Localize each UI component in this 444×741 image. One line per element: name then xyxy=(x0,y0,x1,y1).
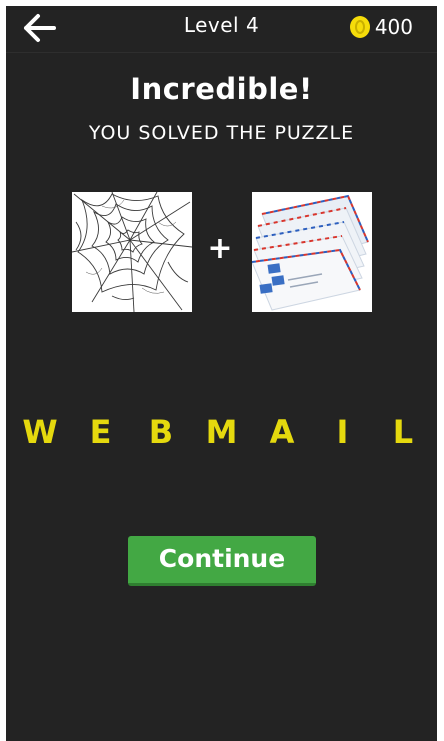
continue-button[interactable]: Continue xyxy=(128,536,316,586)
clue-image-envelopes xyxy=(252,192,372,312)
top-bar: Level 4 400 xyxy=(6,6,437,53)
plus-sign: + xyxy=(207,231,233,266)
coin-balance[interactable]: 400 xyxy=(348,13,413,41)
answer-letter: L xyxy=(392,413,414,451)
envelopes-illustration xyxy=(252,192,372,312)
answer-letter: E xyxy=(89,413,112,451)
answer-letter: A xyxy=(269,413,295,451)
answer-letter: I xyxy=(336,413,349,451)
spider-web-illustration xyxy=(72,192,192,312)
answer-letter: M xyxy=(205,413,238,451)
success-headline: Incredible! xyxy=(130,72,313,106)
coin-count: 400 xyxy=(374,15,413,39)
answer-word: W E B M A I L xyxy=(20,412,423,452)
clue-image-spider-web xyxy=(72,192,192,312)
game-screen: Level 4 400 Incredible! YOU SOLVED THE P… xyxy=(6,6,437,741)
success-subline: YOU SOLVED THE PUZZLE xyxy=(88,122,355,144)
answer-letter: B xyxy=(148,413,174,451)
coin-icon xyxy=(349,16,370,38)
answer-letter: W xyxy=(22,413,58,451)
